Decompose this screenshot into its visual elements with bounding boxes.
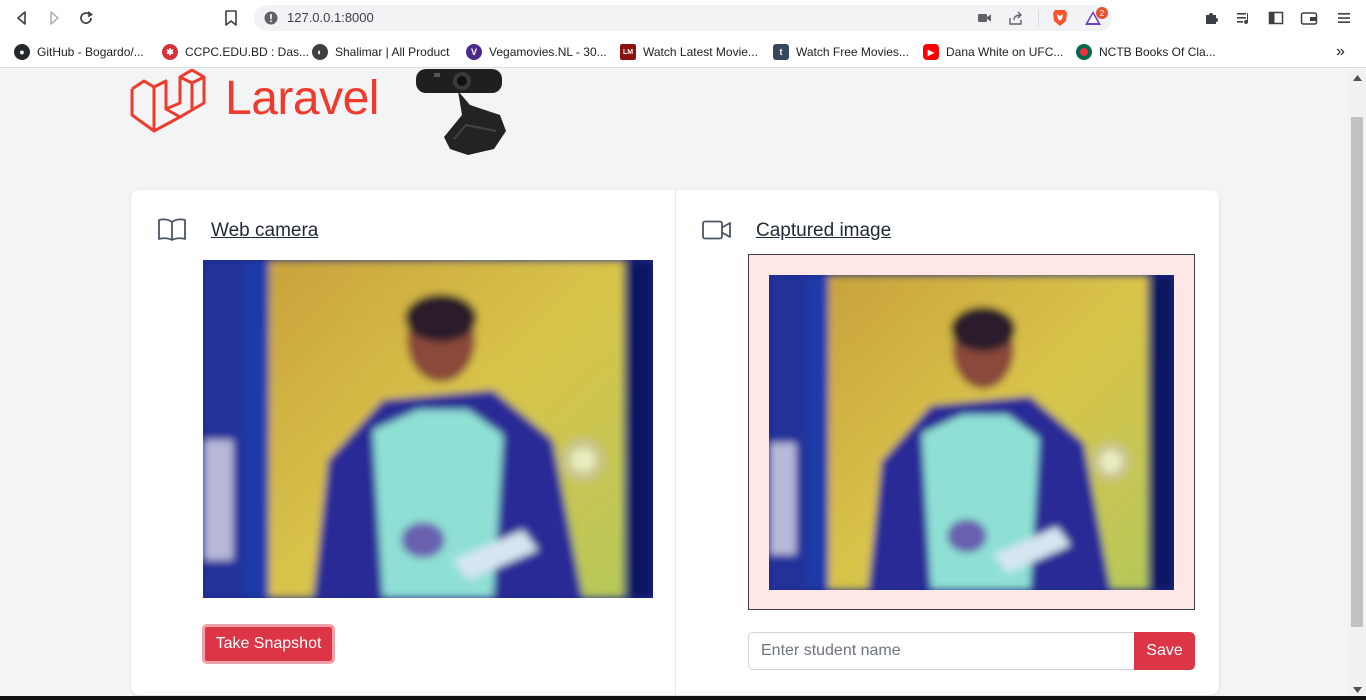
bookmark-label: Dana White on UFC... — [946, 45, 1064, 59]
bookmark-vegamovies[interactable]: V Vegamovies.NL - 30... — [466, 41, 607, 63]
scrollbar-thumb[interactable] — [1351, 117, 1363, 627]
bookmark-label: Watch Latest Movie... — [643, 45, 758, 59]
wallet-icon — [1300, 12, 1318, 25]
bookmark-dana-white[interactable]: ▶ Dana White on UFC... — [923, 41, 1063, 63]
youtube-icon: ▶ — [923, 44, 939, 60]
sidebar-button[interactable] — [1265, 7, 1287, 29]
book-open-icon — [158, 218, 186, 241]
laravel-wordmark: Laravel — [225, 72, 379, 125]
laravel-logo: Laravel — [130, 68, 379, 140]
brave-shield-icon[interactable] — [1052, 9, 1068, 27]
globe-icon: ◐ — [312, 44, 328, 60]
bookmark-shalimar[interactable]: ◐ Shalimar | All Product — [312, 41, 450, 63]
browser-toolbar: 127.0.0.1:8000 2 — [0, 0, 1366, 36]
video-camera-icon — [702, 220, 731, 240]
bookmarks-bar: ● GitHub - Bogardo/... ✱ CCPC.EDU.BD : D… — [0, 36, 1366, 68]
playlist-button[interactable] — [1233, 7, 1255, 29]
wallet-button[interactable] — [1298, 7, 1320, 29]
bookmark-latest-movies[interactable]: LM Watch Latest Movie... — [620, 41, 758, 63]
ccpc-icon: ✱ — [162, 44, 178, 60]
hamburger-icon — [1338, 13, 1350, 23]
web-camera-title[interactable]: Web camera — [211, 220, 318, 242]
back-button[interactable] — [11, 7, 33, 29]
webcam-video-feed — [203, 260, 653, 598]
laravel-icon — [130, 68, 206, 133]
reload-button[interactable] — [75, 7, 97, 29]
forward-button[interactable] — [43, 7, 65, 29]
captured-snapshot — [769, 275, 1174, 590]
bookmark-label: NCTB Books Of Cla... — [1099, 45, 1216, 59]
student-name-input[interactable] — [748, 632, 1135, 670]
scroll-down-icon[interactable] — [1353, 687, 1362, 693]
rewards-badge: 2 — [1096, 7, 1108, 19]
playlist-icon — [1237, 13, 1249, 25]
bookmark-ccpc[interactable]: ✱ CCPC.EDU.BD : Das... — [162, 41, 309, 63]
sidebar-icon — [1268, 11, 1284, 25]
url-text: 127.0.0.1:8000 — [287, 10, 374, 25]
page-scrollbar[interactable] — [1349, 69, 1366, 700]
more-bookmarks-button[interactable]: » — [1336, 41, 1345, 63]
bookmark-icon — [225, 10, 237, 26]
bookmark-free-movies[interactable]: t Watch Free Movies... — [773, 41, 909, 63]
bookmark-label: Shalimar | All Product — [335, 45, 450, 59]
bd-flag-icon — [1076, 44, 1092, 60]
lm-icon: LM — [620, 44, 636, 60]
panel-divider — [675, 190, 676, 695]
reload-icon — [80, 11, 94, 24]
puzzle-icon — [1206, 13, 1218, 24]
captured-image-title[interactable]: Captured image — [756, 220, 891, 242]
bookmark-label: Watch Free Movies... — [796, 45, 909, 59]
bookmark-label: GitHub - Bogardo/... — [37, 45, 144, 59]
webcam-frame — [203, 260, 653, 598]
menu-button[interactable] — [1333, 7, 1355, 29]
site-info-icon[interactable] — [264, 11, 278, 25]
github-icon: ● — [14, 44, 30, 60]
captured-image-frame — [748, 254, 1195, 610]
tumblr-icon: t — [773, 44, 789, 60]
bookmark-github[interactable]: ● GitHub - Bogardo/... — [14, 41, 144, 63]
webcam-illustration — [416, 69, 506, 155]
share-icon[interactable] — [1008, 10, 1024, 26]
bookmark-nctb[interactable]: NCTB Books Of Cla... — [1076, 41, 1216, 63]
address-bar[interactable]: 127.0.0.1:8000 2 — [254, 5, 1112, 31]
taskbar-edge — [0, 696, 1366, 700]
bookmark-label: Vegamovies.NL - 30... — [489, 45, 607, 59]
bookmark-label: CCPC.EDU.BD : Das... — [185, 45, 310, 59]
vegamovies-icon: V — [466, 44, 482, 60]
bookmark-button[interactable] — [220, 7, 242, 29]
main-card: Web camera Take Snapshot Captured image … — [131, 190, 1219, 695]
back-icon — [17, 11, 26, 25]
chevron-double-right-icon: » — [1336, 43, 1345, 60]
camera-permission-icon[interactable] — [978, 12, 992, 24]
forward-icon — [50, 11, 59, 25]
captured-image — [769, 275, 1174, 590]
save-button[interactable]: Save — [1134, 632, 1195, 670]
scroll-up-icon[interactable] — [1353, 75, 1362, 81]
take-snapshot-button[interactable]: Take Snapshot — [202, 624, 335, 664]
extensions-button[interactable] — [1201, 7, 1223, 29]
